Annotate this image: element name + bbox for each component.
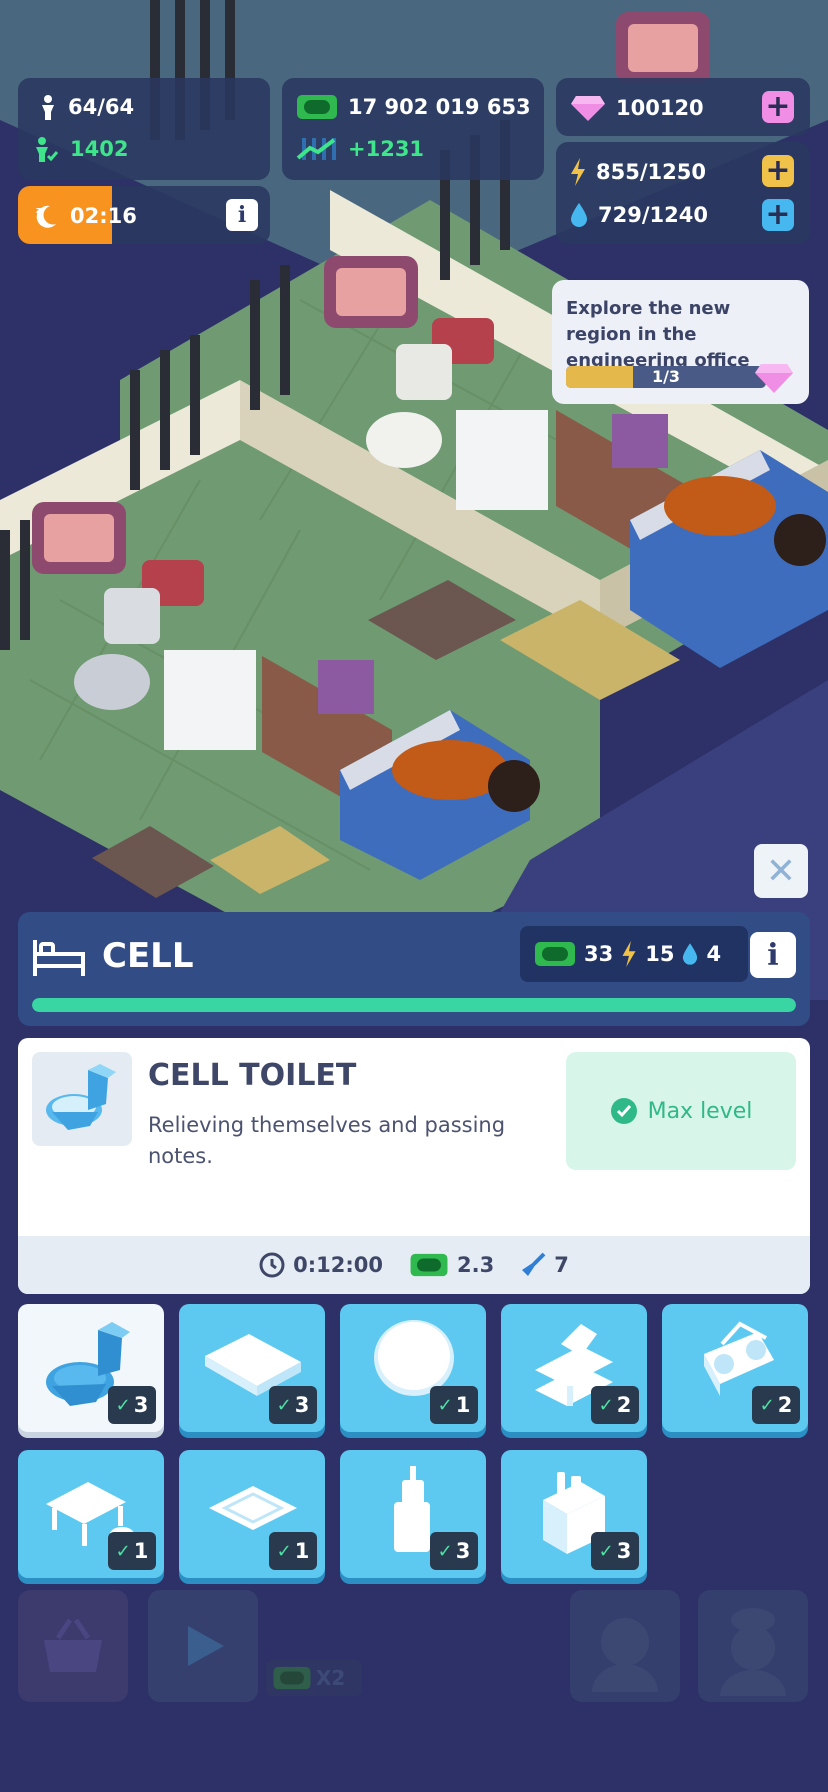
close-button[interactable]: ✕ — [754, 844, 808, 898]
check-icon: ✓ — [276, 1540, 292, 1562]
item-tile-shelf[interactable]: ✓ 2 — [501, 1304, 647, 1432]
item-cleaning: 7 — [554, 1253, 569, 1277]
add-gems-button[interactable]: + — [762, 91, 794, 123]
item-tile-table[interactable]: ✓ 1 — [18, 1450, 164, 1578]
income-chart-icon — [296, 138, 336, 160]
gem-icon — [571, 96, 605, 121]
item-level-badge: ✓ 1 — [108, 1532, 156, 1570]
shop-button[interactable] — [18, 1590, 128, 1702]
cash-icon — [410, 1253, 448, 1277]
quest-progress-bar: 1/3 — [566, 366, 766, 388]
bottom-toolbar: X2 — [0, 1578, 828, 1792]
prisoner-count-value: 1402 — [70, 137, 129, 161]
cell-money-cost: 33 — [584, 942, 614, 966]
cell-panel: CELL 33 15 4 i — [18, 912, 810, 1026]
cell-progress-fill — [32, 998, 796, 1012]
money-value: 17 902 019 653 — [348, 95, 531, 119]
play-icon — [188, 1626, 224, 1666]
warden-avatar-icon — [592, 1618, 658, 1692]
toilet-icon — [46, 1064, 116, 1130]
resources-panel: 855/1250 + 729/1240 + — [556, 142, 810, 244]
population-value: 64/64 — [68, 95, 135, 119]
check-icon: ✓ — [437, 1540, 453, 1562]
multiplier-label: X2 — [316, 1666, 346, 1690]
item-name: CELL TOILET — [148, 1058, 357, 1093]
check-icon: ✓ — [759, 1394, 775, 1416]
max-level-status: Max level — [566, 1052, 796, 1170]
item-level-badge: ✓ 2 — [591, 1386, 639, 1424]
quest-card[interactable]: Explore the new region in the engineerin… — [552, 280, 809, 404]
chef-avatar-icon — [720, 1608, 786, 1696]
item-stats-bar: 0:12:00 2.3 7 — [18, 1236, 810, 1294]
quest-reward-gem-icon — [755, 364, 793, 393]
item-tile-toilet[interactable]: ✓ 3 — [18, 1304, 164, 1432]
cell-info-button[interactable]: i — [750, 932, 796, 978]
max-level-label: Max level — [647, 1098, 753, 1124]
item-level-badge: ✓ 1 — [269, 1532, 317, 1570]
water-drop-icon — [571, 203, 587, 227]
add-energy-button[interactable]: + — [762, 155, 794, 187]
item-level-badge: ✓ 1 — [430, 1386, 478, 1424]
quest-progress-label: 1/3 — [651, 367, 681, 386]
check-icon: ✓ — [115, 1394, 131, 1416]
cash-icon — [297, 95, 337, 119]
check-icon: ✓ — [437, 1394, 453, 1416]
energy-value: 855/1250 — [596, 160, 706, 184]
item-detail-card: CELL TOILET Relieving themselves and pas… — [18, 1038, 810, 1294]
water-drop-icon — [683, 943, 698, 965]
chef-button[interactable] — [698, 1590, 808, 1702]
cell-upkeep-costs: 33 15 4 — [520, 926, 748, 982]
sleep-info-button[interactable]: i — [226, 199, 258, 231]
item-tile-sink[interactable]: ✓ 3 — [340, 1450, 486, 1578]
bed-icon — [33, 940, 85, 976]
item-tile-radio[interactable]: ✓ 2 — [662, 1304, 808, 1432]
money-panel: 17 902 019 653 +1231 — [282, 78, 544, 180]
item-time: 0:12:00 — [293, 1253, 384, 1277]
basket-icon — [44, 1618, 102, 1672]
check-icon: ✓ — [598, 1394, 614, 1416]
person-icon — [42, 95, 54, 120]
item-level-badge: ✓ 3 — [108, 1386, 156, 1424]
energy-bolt-icon — [571, 158, 585, 186]
check-icon: ✓ — [115, 1540, 131, 1562]
cell-water-cost: 4 — [706, 942, 722, 966]
cash-icon — [535, 942, 575, 966]
item-level-badge: ✓ 2 — [752, 1386, 800, 1424]
item-tile-rug[interactable]: ✓ 1 — [179, 1450, 325, 1578]
svg-text:z: z — [36, 206, 41, 216]
item-tile-bed[interactable]: ✓ 3 — [179, 1304, 325, 1432]
check-icon: ✓ — [598, 1540, 614, 1562]
item-money-rate: 2.3 — [457, 1253, 495, 1277]
water-value: 729/1240 — [598, 203, 708, 227]
item-level-badge: ✓ 3 — [430, 1532, 478, 1570]
cell-progress-bar — [32, 998, 796, 1012]
check-icon: ✓ — [276, 1394, 292, 1416]
cell-energy-cost: 15 — [645, 942, 675, 966]
play-ad-button[interactable] — [148, 1590, 258, 1702]
item-tile-cabinet[interactable]: ✓ 3 — [501, 1450, 647, 1578]
energy-bolt-icon — [622, 941, 636, 967]
cleaning-broom-icon — [522, 1252, 546, 1276]
item-level-badge: ✓ 3 — [269, 1386, 317, 1424]
moon-sleep-icon: z — [36, 205, 56, 228]
item-description: Relieving themselves and passing notes. — [148, 1113, 506, 1168]
check-circle-icon — [610, 1098, 637, 1124]
income-value: +1231 — [348, 137, 425, 161]
item-level-badge: ✓ 3 — [591, 1532, 639, 1570]
add-water-button[interactable]: + — [762, 199, 794, 231]
sleep-timer-value: 02:16 — [70, 204, 137, 228]
sleep-timer-panel[interactable]: z 02:16 i — [18, 186, 270, 244]
item-tile-mirror[interactable]: ✓ 1 — [340, 1304, 486, 1432]
population-panel: 64/64 1402 — [18, 78, 270, 180]
x2-multiplier: X2 — [266, 1660, 362, 1696]
warden-button[interactable] — [570, 1590, 680, 1702]
prisoner-check-icon — [36, 137, 59, 162]
clock-icon — [259, 1252, 285, 1278]
gems-value: 100120 — [616, 96, 704, 120]
cell-title: CELL — [102, 936, 194, 976]
cash-icon — [273, 1666, 311, 1690]
gems-panel: 100120 + — [556, 78, 810, 136]
item-thumbnail — [32, 1052, 132, 1146]
